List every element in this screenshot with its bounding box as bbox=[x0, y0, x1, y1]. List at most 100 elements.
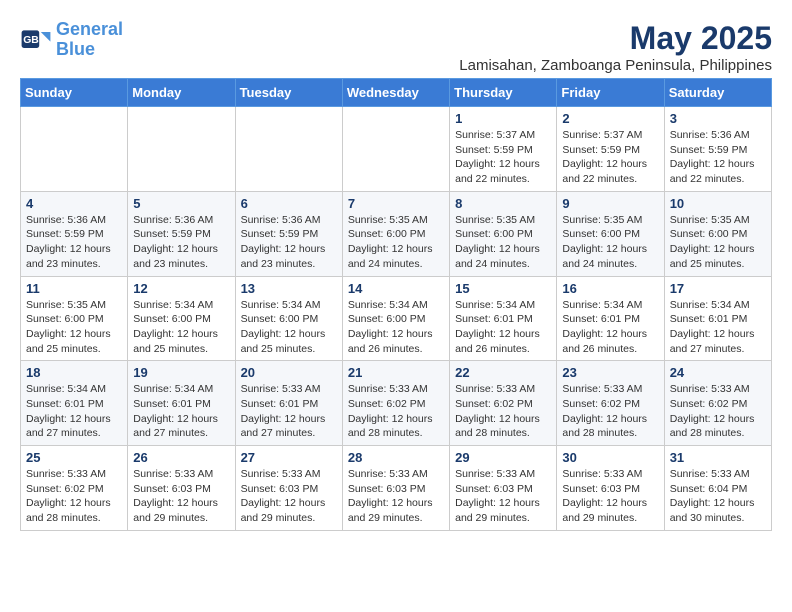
day-info: Sunrise: 5:33 AM Sunset: 6:04 PM Dayligh… bbox=[670, 467, 766, 526]
day-number: 10 bbox=[670, 196, 766, 211]
month-year: May 2025 bbox=[459, 20, 772, 57]
day-number: 13 bbox=[241, 281, 337, 296]
day-number: 21 bbox=[348, 365, 444, 380]
day-info: Sunrise: 5:34 AM Sunset: 6:01 PM Dayligh… bbox=[133, 382, 229, 441]
logo: GB General Blue bbox=[20, 20, 123, 60]
calendar-week-row: 25 Sunrise: 5:33 AM Sunset: 6:02 PM Dayli… bbox=[21, 446, 772, 531]
calendar-cell: 22 Sunrise: 5:33 AM Sunset: 6:02 PM Dayli… bbox=[450, 361, 557, 446]
calendar-week-row: 1 Sunrise: 5:37 AM Sunset: 5:59 PM Daylig… bbox=[21, 107, 772, 192]
title-block: May 2025 Lamisahan, Zamboanga Peninsula,… bbox=[459, 20, 772, 74]
day-number: 14 bbox=[348, 281, 444, 296]
day-info: Sunrise: 5:33 AM Sunset: 6:03 PM Dayligh… bbox=[133, 467, 229, 526]
day-number: 29 bbox=[455, 450, 551, 465]
day-number: 17 bbox=[670, 281, 766, 296]
calendar-cell: 11Sunrise: 5:35 AM Sunset: 6:00 PM Dayli… bbox=[21, 276, 128, 361]
day-info: Sunrise: 5:34 AM Sunset: 6:01 PM Dayligh… bbox=[455, 298, 551, 357]
calendar-cell: 1 Sunrise: 5:37 AM Sunset: 5:59 PM Daylig… bbox=[450, 107, 557, 192]
day-info: Sunrise: 5:34 AM Sunset: 6:01 PM Dayligh… bbox=[670, 298, 766, 357]
day-number: 12 bbox=[133, 281, 229, 296]
day-info: Sunrise: 5:34 AM Sunset: 6:00 PM Dayligh… bbox=[133, 298, 229, 357]
day-info: Sunrise: 5:33 AM Sunset: 6:02 PM Dayligh… bbox=[670, 382, 766, 441]
calendar-table: SundayMondayTuesdayWednesdayThursdayFrid… bbox=[20, 78, 772, 531]
day-info: Sunrise: 5:36 AM Sunset: 5:59 PM Dayligh… bbox=[241, 213, 337, 272]
calendar-week-row: 11Sunrise: 5:35 AM Sunset: 6:00 PM Dayli… bbox=[21, 276, 772, 361]
day-info: Sunrise: 5:36 AM Sunset: 5:59 PM Dayligh… bbox=[670, 128, 766, 187]
day-number: 9 bbox=[562, 196, 658, 211]
day-info: Sunrise: 5:33 AM Sunset: 6:02 PM Dayligh… bbox=[26, 467, 122, 526]
day-info: Sunrise: 5:36 AM Sunset: 5:59 PM Dayligh… bbox=[26, 213, 122, 272]
calendar-cell: 19 Sunrise: 5:34 AM Sunset: 6:01 PM Dayli… bbox=[128, 361, 235, 446]
logo-icon: GB bbox=[20, 24, 52, 56]
calendar-cell: 13 Sunrise: 5:34 AM Sunset: 6:00 PM Dayli… bbox=[235, 276, 342, 361]
calendar-cell bbox=[21, 107, 128, 192]
day-info: Sunrise: 5:37 AM Sunset: 5:59 PM Dayligh… bbox=[455, 128, 551, 187]
day-info: Sunrise: 5:34 AM Sunset: 6:00 PM Dayligh… bbox=[348, 298, 444, 357]
svg-text:GB: GB bbox=[23, 35, 39, 46]
day-info: Sunrise: 5:33 AM Sunset: 6:02 PM Dayligh… bbox=[455, 382, 551, 441]
weekday-header: Wednesday bbox=[342, 79, 449, 107]
calendar-cell: 5Sunrise: 5:36 AM Sunset: 5:59 PM Daylig… bbox=[128, 191, 235, 276]
day-info: Sunrise: 5:33 AM Sunset: 6:02 PM Dayligh… bbox=[348, 382, 444, 441]
calendar-cell: 29 Sunrise: 5:33 AM Sunset: 6:03 PM Dayli… bbox=[450, 446, 557, 531]
calendar-cell: 28 Sunrise: 5:33 AM Sunset: 6:03 PM Dayli… bbox=[342, 446, 449, 531]
calendar-cell: 15Sunrise: 5:34 AM Sunset: 6:01 PM Dayli… bbox=[450, 276, 557, 361]
logo-text: General Blue bbox=[56, 20, 123, 60]
day-number: 30 bbox=[562, 450, 658, 465]
day-info: Sunrise: 5:33 AM Sunset: 6:03 PM Dayligh… bbox=[562, 467, 658, 526]
day-info: Sunrise: 5:33 AM Sunset: 6:03 PM Dayligh… bbox=[348, 467, 444, 526]
page-header: GB General Blue May 2025 Lamisahan, Zamb… bbox=[20, 20, 772, 74]
day-info: Sunrise: 5:35 AM Sunset: 6:00 PM Dayligh… bbox=[562, 213, 658, 272]
calendar-cell: 4 Sunrise: 5:36 AM Sunset: 5:59 PM Daylig… bbox=[21, 191, 128, 276]
calendar-cell: 25 Sunrise: 5:33 AM Sunset: 6:02 PM Dayli… bbox=[21, 446, 128, 531]
calendar-cell: 21 Sunrise: 5:33 AM Sunset: 6:02 PM Dayli… bbox=[342, 361, 449, 446]
weekday-header: Tuesday bbox=[235, 79, 342, 107]
day-number: 4 bbox=[26, 196, 122, 211]
calendar-cell: 9 Sunrise: 5:35 AM Sunset: 6:00 PM Daylig… bbox=[557, 191, 664, 276]
day-number: 1 bbox=[455, 111, 551, 126]
calendar-cell: 30 Sunrise: 5:33 AM Sunset: 6:03 PM Dayli… bbox=[557, 446, 664, 531]
day-number: 16 bbox=[562, 281, 658, 296]
day-info: Sunrise: 5:35 AM Sunset: 6:00 PM Dayligh… bbox=[455, 213, 551, 272]
calendar-cell: 16 Sunrise: 5:34 AM Sunset: 6:01 PM Dayli… bbox=[557, 276, 664, 361]
day-number: 25 bbox=[26, 450, 122, 465]
calendar-cell bbox=[342, 107, 449, 192]
day-info: Sunrise: 5:34 AM Sunset: 6:00 PM Dayligh… bbox=[241, 298, 337, 357]
day-number: 28 bbox=[348, 450, 444, 465]
day-number: 23 bbox=[562, 365, 658, 380]
calendar-cell: 17 Sunrise: 5:34 AM Sunset: 6:01 PM Dayli… bbox=[664, 276, 771, 361]
calendar-cell: 6 Sunrise: 5:36 AM Sunset: 5:59 PM Daylig… bbox=[235, 191, 342, 276]
day-info: Sunrise: 5:34 AM Sunset: 6:01 PM Dayligh… bbox=[562, 298, 658, 357]
weekday-header: Sunday bbox=[21, 79, 128, 107]
day-number: 18 bbox=[26, 365, 122, 380]
day-info: Sunrise: 5:35 AM Sunset: 6:00 PM Dayligh… bbox=[348, 213, 444, 272]
day-number: 22 bbox=[455, 365, 551, 380]
calendar-cell: 23 Sunrise: 5:33 AM Sunset: 6:02 PM Dayli… bbox=[557, 361, 664, 446]
day-info: Sunrise: 5:34 AM Sunset: 6:01 PM Dayligh… bbox=[26, 382, 122, 441]
weekday-header-row: SundayMondayTuesdayWednesdayThursdayFrid… bbox=[21, 79, 772, 107]
day-number: 7 bbox=[348, 196, 444, 211]
calendar-cell: 7 Sunrise: 5:35 AM Sunset: 6:00 PM Daylig… bbox=[342, 191, 449, 276]
weekday-header: Monday bbox=[128, 79, 235, 107]
day-info: Sunrise: 5:36 AM Sunset: 5:59 PM Dayligh… bbox=[133, 213, 229, 272]
day-info: Sunrise: 5:33 AM Sunset: 6:02 PM Dayligh… bbox=[562, 382, 658, 441]
calendar-cell: 18 Sunrise: 5:34 AM Sunset: 6:01 PM Dayli… bbox=[21, 361, 128, 446]
day-number: 8 bbox=[455, 196, 551, 211]
weekday-header: Thursday bbox=[450, 79, 557, 107]
calendar-cell bbox=[128, 107, 235, 192]
day-number: 27 bbox=[241, 450, 337, 465]
day-number: 3 bbox=[670, 111, 766, 126]
day-number: 6 bbox=[241, 196, 337, 211]
day-number: 26 bbox=[133, 450, 229, 465]
day-number: 20 bbox=[241, 365, 337, 380]
day-info: Sunrise: 5:35 AM Sunset: 6:00 PM Dayligh… bbox=[670, 213, 766, 272]
day-number: 19 bbox=[133, 365, 229, 380]
calendar-week-row: 18 Sunrise: 5:34 AM Sunset: 6:01 PM Dayli… bbox=[21, 361, 772, 446]
calendar-cell: 2Sunrise: 5:37 AM Sunset: 5:59 PM Daylig… bbox=[557, 107, 664, 192]
calendar-cell: 12 Sunrise: 5:34 AM Sunset: 6:00 PM Dayli… bbox=[128, 276, 235, 361]
day-info: Sunrise: 5:33 AM Sunset: 6:03 PM Dayligh… bbox=[455, 467, 551, 526]
day-number: 24 bbox=[670, 365, 766, 380]
day-number: 2 bbox=[562, 111, 658, 126]
day-number: 11 bbox=[26, 281, 122, 296]
weekday-header: Saturday bbox=[664, 79, 771, 107]
calendar-cell: 26 Sunrise: 5:33 AM Sunset: 6:03 PM Dayli… bbox=[128, 446, 235, 531]
